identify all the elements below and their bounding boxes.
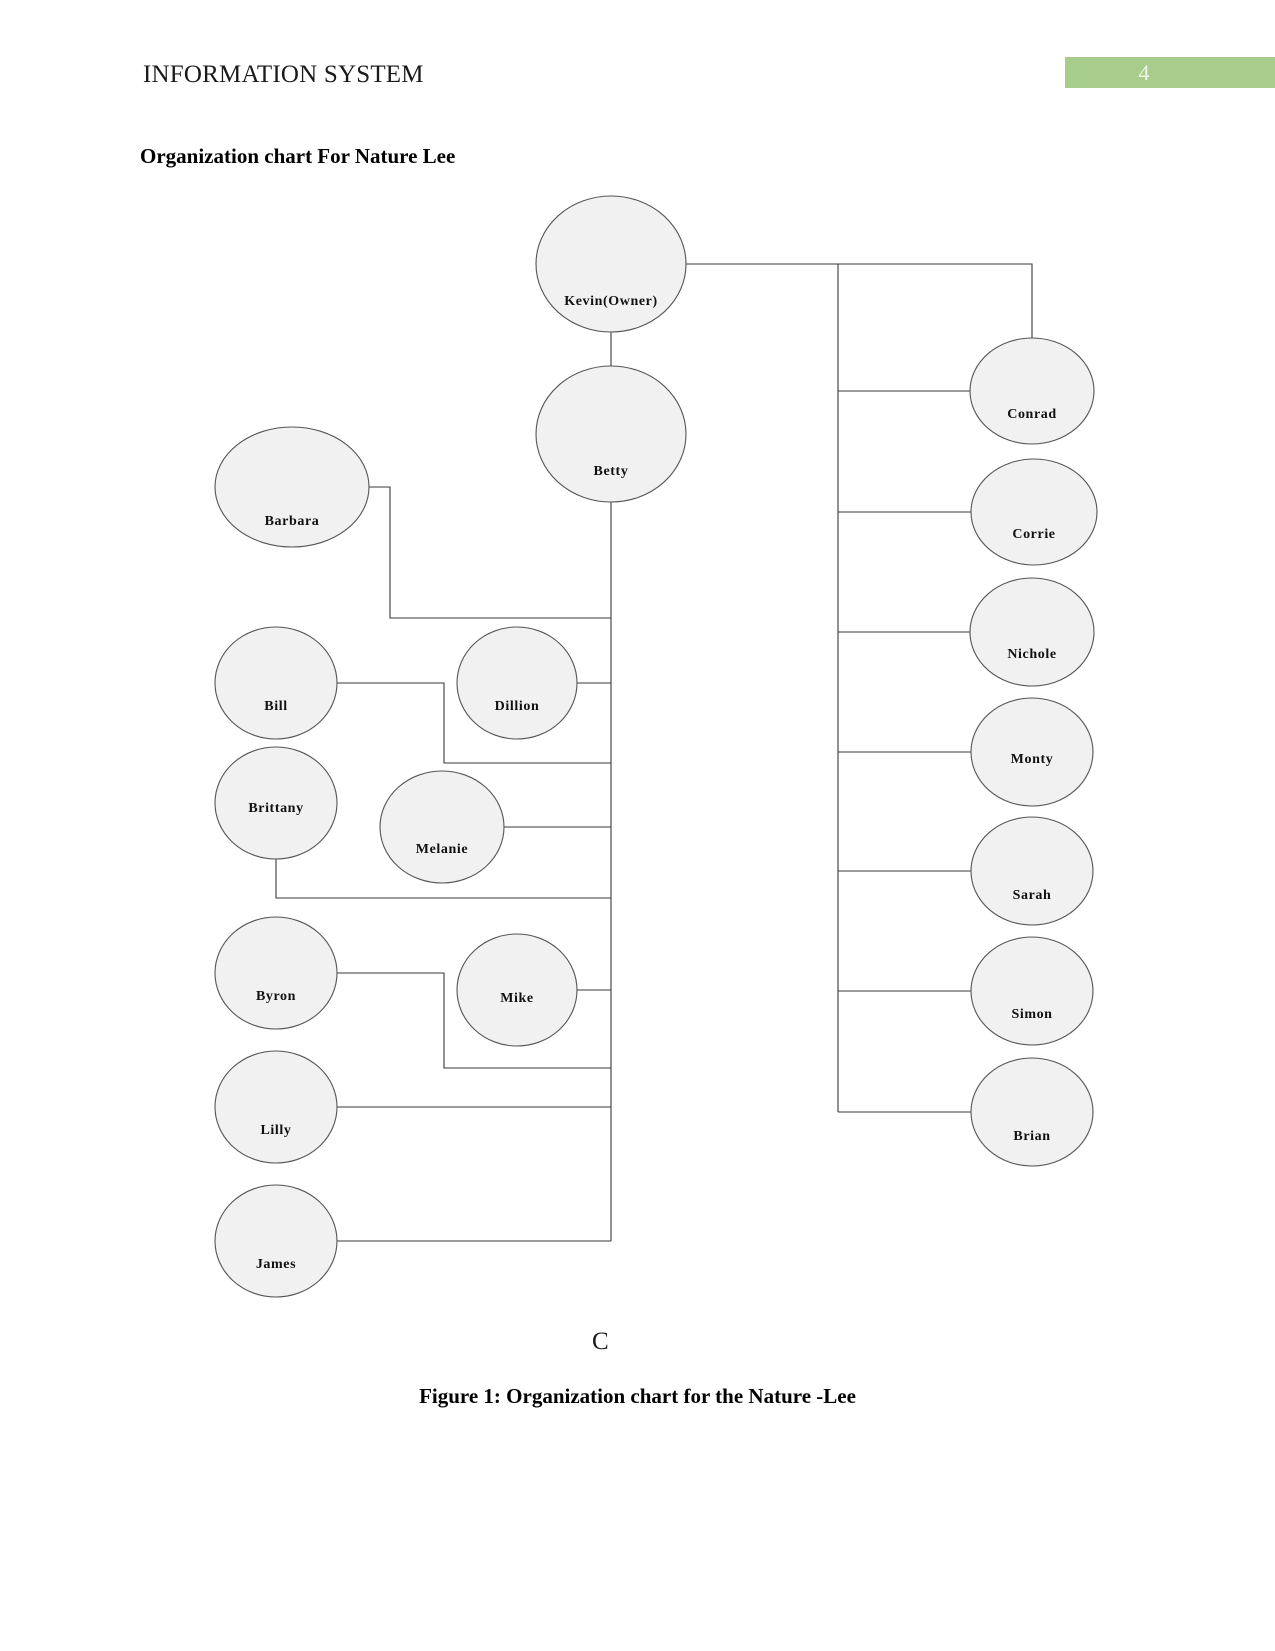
org-node-label-nichole: Nichole [1007, 647, 1056, 662]
page-number-badge: 4 [1065, 57, 1275, 88]
org-node-sarah[interactable]: Sarah [970, 816, 1094, 926]
org-node-bill[interactable]: Bill [214, 626, 338, 740]
org-node-shape-sarah [970, 816, 1094, 926]
page-number-text: 4 [1138, 60, 1150, 85]
org-node-shape-mike [456, 933, 578, 1047]
org-node-mike[interactable]: Mike [456, 933, 578, 1047]
org-node-shape-byron [214, 916, 338, 1030]
org-node-simon[interactable]: Simon [970, 936, 1094, 1046]
org-node-label-mike: Mike [500, 991, 534, 1006]
org-node-corrie[interactable]: Corrie [970, 458, 1098, 566]
org-node-shape-kevin [535, 195, 687, 333]
org-node-label-melanie: Melanie [416, 842, 468, 857]
connector-kevin-top-right [686, 263, 1033, 338]
org-node-label-betty: Betty [594, 464, 629, 479]
org-node-shape-barbara [214, 426, 370, 548]
org-node-label-conrad: Conrad [1007, 407, 1057, 422]
org-node-kevin[interactable]: Kevin(Owner) [535, 195, 687, 333]
org-node-label-simon: Simon [1011, 1007, 1052, 1022]
org-node-shape-lilly [214, 1050, 338, 1164]
org-node-byron[interactable]: Byron [214, 916, 338, 1030]
org-node-label-james: James [256, 1257, 296, 1272]
header-title: INFORMATION SYSTEM [143, 61, 424, 88]
org-node-shape-dillion [456, 626, 578, 740]
org-node-label-brian: Brian [1013, 1129, 1050, 1144]
org-node-label-sarah: Sarah [1013, 888, 1052, 903]
org-chart-svg: Kevin(Owner) Betty Barbara Bill Dillion Britt… [214, 195, 1098, 1298]
org-node-nichole[interactable]: Nichole [969, 577, 1095, 687]
org-node-shape-betty [535, 365, 687, 503]
org-node-label-barbara: Barbara [265, 514, 320, 529]
connector-betty-barbara [369, 486, 611, 619]
section-heading: Organization chart For Nature Lee [140, 144, 456, 168]
org-node-shape-simon [970, 936, 1094, 1046]
org-node-shape-melanie [379, 770, 505, 884]
org-node-betty[interactable]: Betty [535, 365, 687, 503]
org-node-shape-james [214, 1184, 338, 1298]
org-node-monty[interactable]: Monty [970, 697, 1094, 807]
org-node-label-lilly: Lilly [260, 1123, 291, 1138]
org-node-brittany[interactable]: Brittany [214, 746, 338, 860]
org-node-label-kevin: Kevin(Owner) [564, 294, 658, 309]
org-node-shape-bill [214, 626, 338, 740]
org-node-label-brittany: Brittany [248, 801, 303, 816]
document-page: INFORMATION SYSTEM 4 Organization chart … [0, 0, 1275, 1651]
stray-letter-c: C [592, 1328, 609, 1355]
org-node-conrad[interactable]: Conrad [969, 337, 1095, 445]
org-node-james[interactable]: James [214, 1184, 338, 1298]
org-node-label-bill: Bill [264, 699, 287, 714]
node-layer: Kevin(Owner) Betty Barbara Bill Dillion Britt… [214, 195, 1098, 1298]
org-node-shape-brian [970, 1057, 1094, 1167]
org-node-brian[interactable]: Brian [970, 1057, 1094, 1167]
organization-chart: Kevin(Owner) Betty Barbara Bill Dillion Britt… [0, 180, 1275, 1310]
org-node-dillion[interactable]: Dillion [456, 626, 578, 740]
org-node-label-corrie: Corrie [1012, 527, 1055, 542]
org-node-lilly[interactable]: Lilly [214, 1050, 338, 1164]
org-node-melanie[interactable]: Melanie [379, 770, 505, 884]
org-node-label-byron: Byron [256, 989, 296, 1004]
figure-caption: Figure 1: Organization chart for the Nat… [419, 1384, 856, 1408]
org-node-shape-nichole [969, 577, 1095, 687]
org-node-label-monty: Monty [1011, 752, 1054, 767]
org-node-label-dillion: Dillion [495, 699, 540, 714]
org-node-shape-corrie [970, 458, 1098, 566]
org-node-shape-conrad [969, 337, 1095, 445]
org-node-barbara[interactable]: Barbara [214, 426, 370, 548]
document-header: INFORMATION SYSTEM 4 [0, 0, 1275, 110]
